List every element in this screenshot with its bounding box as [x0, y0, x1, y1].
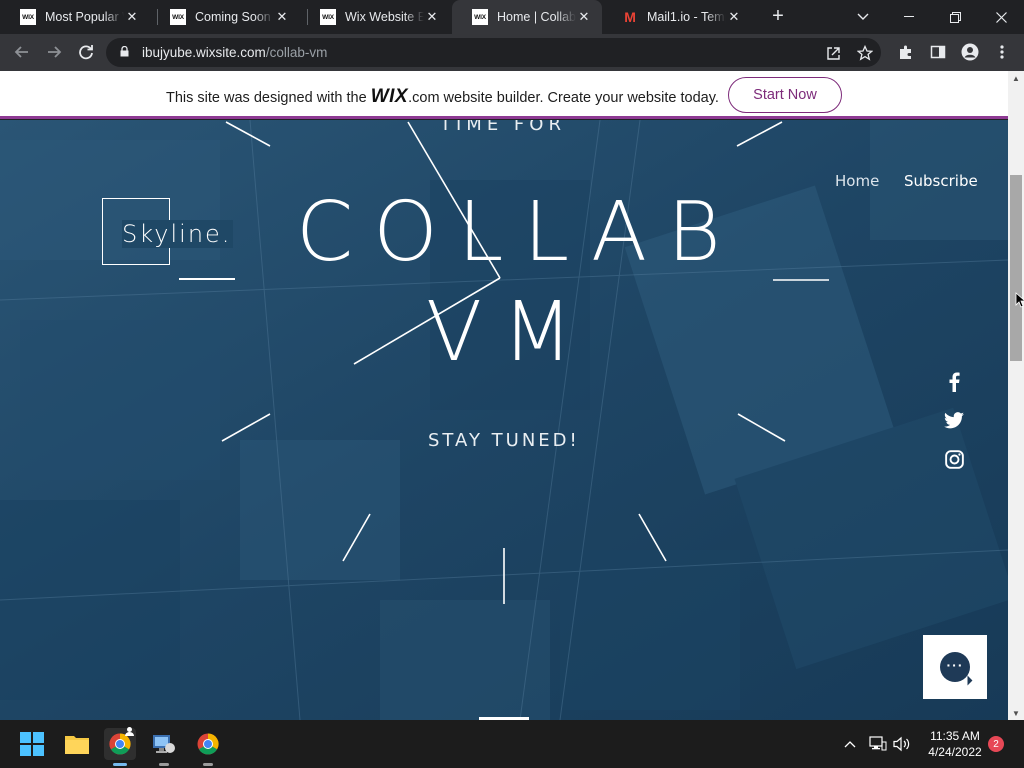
promo-text-before: This site was designed with the	[166, 90, 367, 106]
network-icon[interactable]	[869, 735, 887, 753]
nav-subscribe[interactable]: Subscribe	[904, 172, 978, 190]
close-tab-icon[interactable]: ✕	[124, 9, 140, 25]
wix-promo-text: This site was designed with the WIX.com …	[166, 86, 719, 108]
wix-favicon-icon: WIX	[20, 9, 36, 25]
volume-icon[interactable]	[893, 735, 911, 753]
clock-time: 11:35 AM	[930, 729, 980, 743]
wix-favicon-icon: WIX	[170, 9, 186, 25]
close-tab-icon[interactable]: ✕	[726, 9, 742, 25]
tab-strip: WIX Most Popular W ✕ WIX Coming Soon La …	[0, 0, 1024, 34]
browser-toolbar: ibujyube.wixsite.com/collab-vm	[0, 34, 1024, 71]
show-hidden-icons-chevron-icon[interactable]	[841, 735, 859, 753]
chrome-active-icon[interactable]	[104, 727, 136, 766]
mouse-cursor-icon	[1015, 292, 1024, 308]
hero-title-line2: VM	[426, 285, 593, 380]
tab-most-popular[interactable]: WIX Most Popular W ✕	[0, 0, 150, 34]
minimize-button[interactable]	[886, 0, 932, 34]
close-tab-icon[interactable]: ✕	[274, 9, 290, 25]
active-app-indicator	[113, 763, 127, 766]
twitter-icon[interactable]	[943, 409, 965, 431]
tab-search-chevron-icon[interactable]	[840, 0, 886, 34]
profile-badge-icon	[125, 727, 134, 736]
hero-kicker: TIME FOR	[440, 120, 566, 135]
tab-coming-soon[interactable]: WIX Coming Soon La ✕	[150, 0, 300, 34]
remote-desktop-icon[interactable]	[148, 728, 180, 766]
system-clock[interactable]: 11:35 AM 4/24/2022	[922, 728, 988, 760]
tab-home-collab-vm[interactable]: WIX Home | Collab V ✕	[452, 0, 602, 34]
address-bar[interactable]: ibujyube.wixsite.com/collab-vm	[106, 38, 881, 67]
promo-text-after: .com website builder. Create your websit…	[408, 90, 719, 106]
tab-title: Mail1.io - Temp	[647, 10, 726, 24]
gmail-favicon-icon: M	[624, 9, 636, 25]
running-app-indicator	[159, 763, 169, 766]
hero-subtitle: STAY TUNED!	[428, 430, 580, 451]
close-tab-icon[interactable]: ✕	[576, 9, 592, 25]
tab-mail1[interactable]: M Mail1.io - Temp ✕	[602, 0, 752, 34]
close-window-button[interactable]	[978, 0, 1024, 34]
file-explorer-icon[interactable]	[61, 728, 93, 760]
url-host: ibujyube.wixsite.com	[142, 45, 266, 60]
tab-title: Coming Soon La	[195, 10, 274, 24]
tab-title: Wix Website Ed	[345, 10, 424, 24]
back-button[interactable]	[10, 40, 34, 64]
chat-bubble-icon: ···	[940, 652, 970, 682]
running-app-indicator	[203, 763, 213, 766]
facebook-icon[interactable]	[943, 371, 965, 393]
web-page: This site was designed with the WIX.com …	[0, 71, 1008, 720]
site-logo-text[interactable]: Skyline.	[122, 220, 234, 248]
wix-favicon-icon: WIX	[472, 9, 488, 25]
chrome-icon[interactable]	[192, 728, 224, 766]
scroll-down-arrow-icon[interactable]: ▼	[1008, 706, 1024, 720]
bookmark-star-icon[interactable]	[856, 44, 874, 62]
scrollbar-thumb[interactable]	[1010, 175, 1022, 361]
restore-button[interactable]	[932, 0, 978, 34]
extensions-puzzle-icon[interactable]	[894, 40, 918, 64]
side-panel-icon[interactable]	[926, 40, 950, 64]
hero-section: TIME FOR Skyline. Home Subscribe COLLAB …	[0, 120, 1008, 720]
nav-home[interactable]: Home	[835, 172, 879, 190]
notification-badge[interactable]: 2	[988, 736, 1004, 752]
page-scrollbar[interactable]: ▲ ▼	[1008, 71, 1024, 720]
share-icon[interactable]	[824, 44, 842, 62]
windows-start-icon[interactable]	[16, 728, 48, 760]
windows-taskbar: 11:35 AM 4/24/2022 2	[0, 720, 1024, 768]
menu-kebab-icon[interactable]	[990, 40, 1014, 64]
tab-title: Home | Collab V	[497, 10, 576, 24]
chat-button[interactable]: ···	[923, 635, 987, 699]
start-now-button[interactable]: Start Now	[728, 77, 842, 113]
logo-underline	[179, 278, 235, 280]
reload-button[interactable]	[74, 40, 98, 64]
lock-icon[interactable]	[120, 46, 129, 57]
wix-promo-banner: This site was designed with the WIX.com …	[0, 71, 1008, 119]
url-text[interactable]: ibujyube.wixsite.com/collab-vm	[142, 45, 327, 60]
hero-title-line1: COLLAB	[296, 185, 741, 280]
forward-button[interactable]	[42, 40, 66, 64]
wix-favicon-icon: WIX	[320, 9, 336, 25]
tab-wix-editor[interactable]: WIX Wix Website Ed ✕	[300, 0, 450, 34]
profile-avatar-icon[interactable]	[958, 40, 982, 64]
url-path: /collab-vm	[265, 45, 328, 60]
close-tab-icon[interactable]: ✕	[424, 9, 440, 25]
new-tab-button[interactable]: +	[767, 5, 789, 27]
wix-logo: WIX	[370, 86, 409, 107]
scroll-up-arrow-icon[interactable]: ▲	[1008, 71, 1024, 85]
clock-date: 4/24/2022	[928, 745, 982, 759]
tab-title: Most Popular W	[45, 10, 124, 24]
instagram-icon[interactable]	[943, 448, 965, 470]
